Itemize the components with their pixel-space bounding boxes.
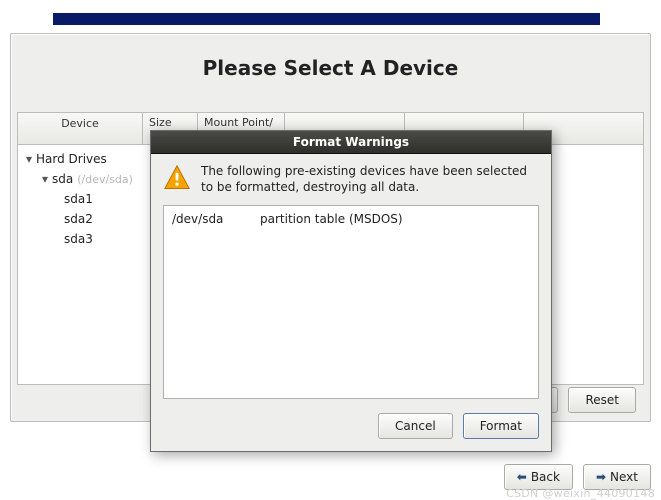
- watermark: CSDN @weixin_44090148: [506, 487, 655, 500]
- col-device[interactable]: Device: [17, 112, 142, 145]
- back-label: Back: [531, 470, 560, 484]
- format-button[interactable]: Format: [463, 413, 539, 439]
- tree-label: sda2: [64, 212, 136, 226]
- format-list[interactable]: /dev/sda partition table (MSDOS): [163, 205, 539, 399]
- format-warnings-dialog: Format Warnings The following pre-existi…: [150, 130, 552, 452]
- list-device: /dev/sda: [172, 212, 260, 226]
- dialog-message: The following pre-existing devices have …: [201, 164, 539, 195]
- page-title: Please Select A Device: [11, 56, 650, 80]
- tree-label: sda1: [64, 192, 136, 206]
- next-label: Next: [610, 470, 638, 484]
- arrow-right-icon: ➡: [596, 470, 606, 484]
- dialog-button-row: Cancel Format: [163, 413, 539, 439]
- list-desc: partition table (MSDOS): [260, 212, 403, 226]
- dialog-body: The following pre-existing devices have …: [151, 154, 551, 451]
- expander-icon[interactable]: ▾: [24, 152, 34, 166]
- tree-label: sda3: [64, 232, 136, 246]
- cancel-button[interactable]: Cancel: [378, 413, 453, 439]
- expander-icon[interactable]: ▾: [40, 172, 50, 186]
- warning-icon: [163, 164, 191, 192]
- tree-hint: (/dev/sda): [77, 173, 133, 186]
- reset-button[interactable]: Reset: [568, 387, 636, 413]
- arrow-left-icon: ⬅: [517, 470, 527, 484]
- dialog-title[interactable]: Format Warnings: [151, 131, 551, 154]
- tree-label: Hard Drives: [36, 152, 140, 166]
- accent-bar: [53, 13, 600, 25]
- list-item[interactable]: /dev/sda partition table (MSDOS): [172, 212, 530, 226]
- tree-label: sda: [52, 172, 73, 186]
